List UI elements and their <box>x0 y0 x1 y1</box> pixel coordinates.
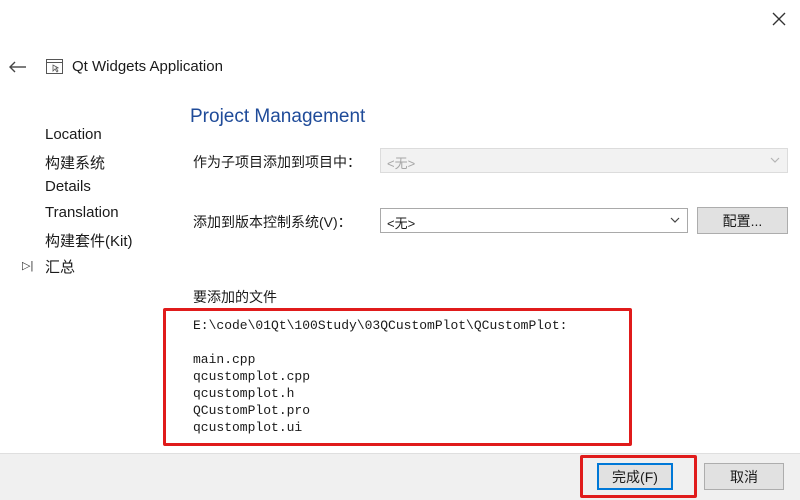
close-button[interactable] <box>762 2 796 36</box>
sidebar-item-translation[interactable]: Translation <box>45 204 119 221</box>
file-item: qcustomplot.ui <box>193 420 303 435</box>
chevron-down-icon <box>670 217 680 223</box>
close-icon <box>772 12 786 26</box>
files-to-add-label: 要添加的文件 <box>193 289 277 305</box>
finish-highlight-box <box>580 455 697 498</box>
files-path: E:\code\01Qt\100Study\03QCustomPlot\QCus… <box>193 318 568 333</box>
file-item: QCustomPlot.pro <box>193 403 311 418</box>
add-to-vcs-value: <无> <box>387 216 416 231</box>
back-arrow-icon <box>9 61 26 73</box>
file-item: main.cpp <box>193 352 256 367</box>
wizard-header: Qt Widgets Application <box>0 52 400 82</box>
sidebar-item-location[interactable]: Location <box>45 126 102 143</box>
application-window-icon <box>46 59 63 74</box>
file-item: qcustomplot.cpp <box>193 369 311 384</box>
chevron-down-icon <box>770 157 780 163</box>
back-button[interactable] <box>6 56 30 78</box>
file-item: qcustomplot.h <box>193 386 295 401</box>
add-to-vcs-combo[interactable]: <无> <box>380 208 688 233</box>
add-to-vcs-label: 添加到版本控制系统(V)： <box>193 214 352 230</box>
configure-button[interactable]: 配置... <box>697 207 788 234</box>
sidebar-item-build-system[interactable]: 构建系统 <box>45 152 105 173</box>
add-as-subproject-value: <无> <box>387 156 416 171</box>
sidebar-item-details[interactable]: Details <box>45 178 91 195</box>
cancel-button[interactable]: 取消 <box>704 463 784 490</box>
window-title: Qt Widgets Application <box>72 58 223 75</box>
page-title: Project Management <box>190 106 366 127</box>
sidebar-item-kits[interactable]: 构建套件(Kit) <box>45 230 133 251</box>
add-as-subproject-combo[interactable]: <无> <box>380 148 788 173</box>
add-as-subproject-label: 作为子项目添加到项目中： <box>193 154 361 170</box>
sidebar-item-summary[interactable]: 汇总 <box>45 256 75 277</box>
current-step-marker-icon: ▷| <box>22 260 34 272</box>
